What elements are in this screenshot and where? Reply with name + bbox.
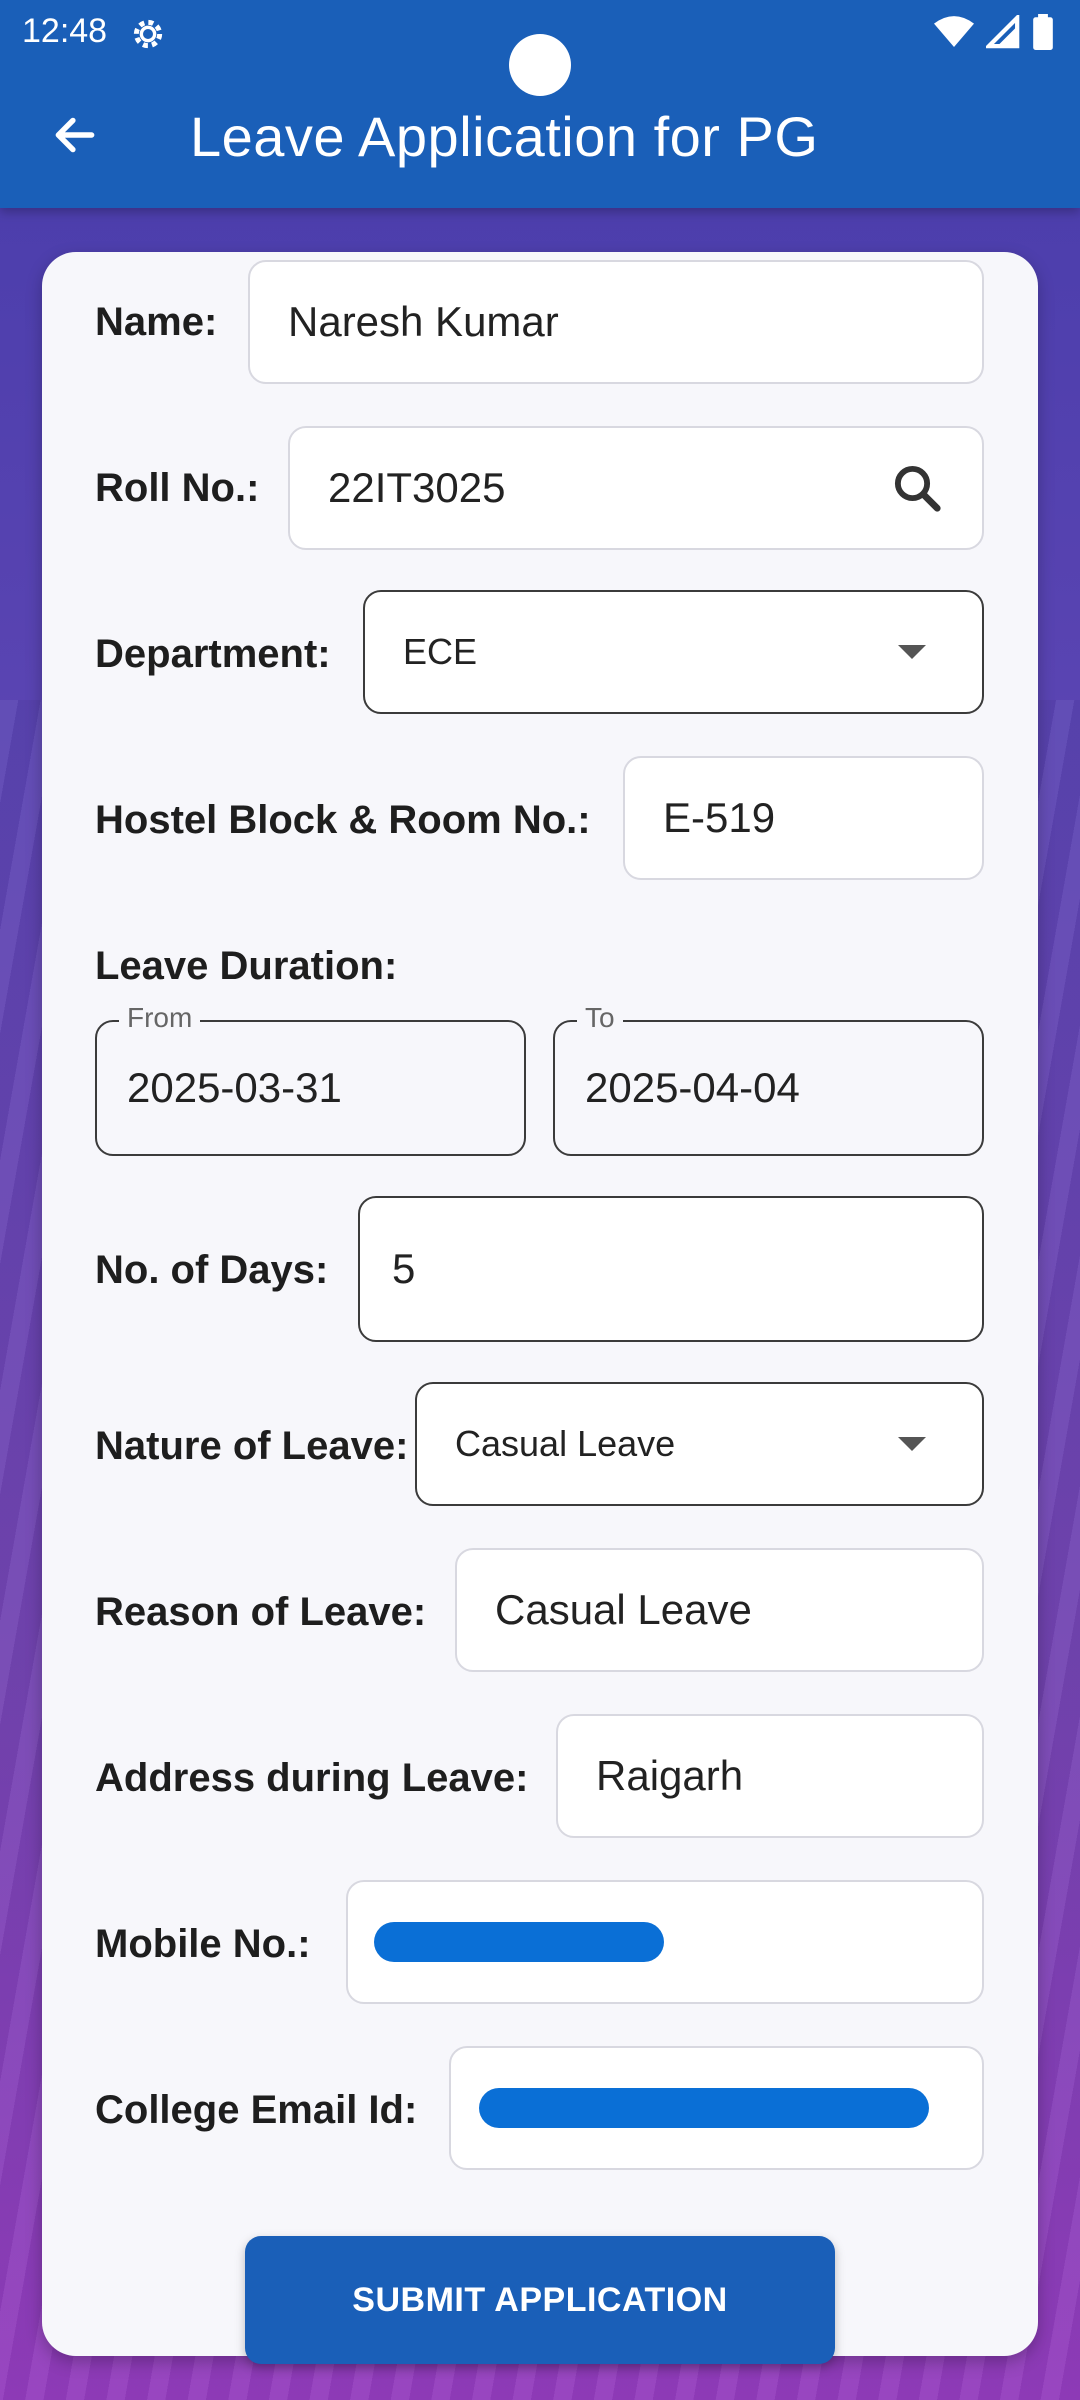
battery-icon: [1033, 14, 1053, 50]
back-button[interactable]: [40, 100, 110, 170]
submit-application-button[interactable]: SUBMIT APPLICATION: [245, 2236, 835, 2364]
mobile-label: Mobile No.:: [95, 1922, 311, 1966]
address-input[interactable]: Raigarh: [556, 1714, 984, 1838]
nature-label: Nature of Leave:: [95, 1424, 409, 1468]
department-select[interactable]: ECE: [363, 590, 984, 714]
back-arrow-icon: [55, 117, 95, 153]
mobile-input[interactable]: [346, 1880, 984, 2004]
reason-input[interactable]: Casual Leave: [455, 1548, 984, 1672]
chevron-down-icon: [898, 1437, 926, 1451]
reason-value: Casual Leave: [495, 1586, 752, 1633]
roll-no-label: Roll No.:: [95, 466, 260, 510]
department-value: ECE: [403, 631, 478, 672]
from-date-field[interactable]: From 2025-03-31: [95, 1002, 526, 1156]
camera-cutout: [509, 34, 571, 96]
address-value: Raigarh: [596, 1752, 744, 1799]
hostel-label: Hostel Block & Room No.:: [95, 798, 591, 842]
hostel-value: E-519: [663, 794, 776, 841]
department-label: Department:: [95, 632, 331, 676]
nature-value: Casual Leave: [455, 1423, 676, 1464]
to-label: To: [577, 1002, 623, 1034]
email-label: College Email Id:: [95, 2088, 418, 2132]
days-input[interactable]: 5: [358, 1196, 984, 1342]
chevron-down-icon: [898, 645, 926, 659]
email-input[interactable]: [449, 2046, 984, 2170]
email-redaction: [479, 2088, 929, 2128]
settings-gear-icon: [133, 19, 163, 49]
name-input[interactable]: Naresh Kumar: [248, 260, 984, 384]
address-label: Address during Leave:: [95, 1756, 529, 1800]
roll-no-value: 22IT3025: [328, 464, 506, 511]
page-title: Leave Application for PG: [190, 105, 819, 168]
days-value: 5: [392, 1245, 416, 1292]
signal-icon: [986, 15, 1020, 49]
to-date-field[interactable]: To 2025-04-04: [553, 1002, 984, 1156]
name-value: Naresh Kumar: [288, 298, 559, 345]
nature-select[interactable]: Casual Leave: [415, 1382, 984, 1506]
search-icon[interactable]: [890, 461, 944, 515]
from-date-value: 2025-03-31: [127, 1064, 342, 1111]
roll-no-input[interactable]: 22IT3025: [288, 426, 984, 550]
name-label: Name:: [95, 300, 218, 344]
system-icons: [934, 14, 1054, 50]
leave-duration-label: Leave Duration:: [95, 944, 398, 988]
mobile-redaction: [374, 1922, 664, 1962]
reason-label: Reason of Leave:: [95, 1590, 427, 1634]
status-time: 12:48: [22, 12, 108, 50]
hostel-input[interactable]: E-519: [623, 756, 984, 880]
app-bar: 12:48 Leave Application for PG: [0, 0, 1080, 208]
days-label: No. of Days:: [95, 1248, 329, 1292]
to-date-value: 2025-04-04: [585, 1064, 800, 1111]
wifi-icon: [934, 16, 974, 47]
from-label: From: [119, 1002, 201, 1034]
